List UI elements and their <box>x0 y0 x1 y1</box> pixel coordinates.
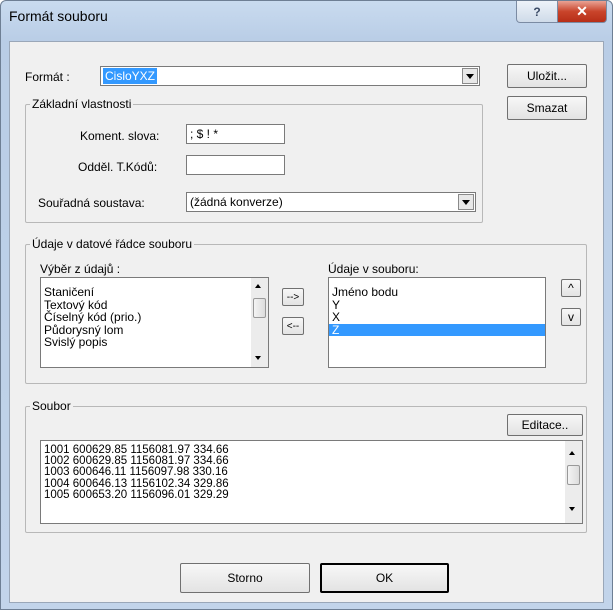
format-value: CisloYXZ <box>103 68 158 84</box>
comment-words-input[interactable]: ; $ ! * <box>186 124 285 144</box>
comment-words-value: ; $ ! * <box>190 127 219 141</box>
basic-properties-legend: Základní vlastnosti <box>30 97 134 111</box>
file-scrollbar[interactable] <box>565 441 582 523</box>
edit-button[interactable]: Editace.. <box>507 414 583 436</box>
scroll-down-icon[interactable] <box>255 356 261 360</box>
chevron-down-icon <box>462 199 470 205</box>
file-preview[interactable]: 1001 600629.85 1156081.97 334.66 1002 60… <box>40 440 583 524</box>
scroll-down-icon[interactable] <box>569 507 575 511</box>
list-item[interactable]: Svislý popis <box>41 336 268 349</box>
help-button[interactable]: ? <box>516 1 558 23</box>
format-select[interactable]: CisloYXZ <box>100 66 480 86</box>
file-legend: Soubor <box>30 399 73 413</box>
move-up-button[interactable]: ^ <box>561 279 581 297</box>
data-line-legend: Údaje v datové řádce souboru <box>30 237 195 251</box>
chevron-down-icon <box>466 73 474 79</box>
file-fields-label: Údaje v souboru: <box>328 262 419 276</box>
separator-label: Odděl. T.Kódů: <box>78 160 158 174</box>
list-item[interactable]: X <box>329 311 545 324</box>
help-icon: ? <box>533 4 541 19</box>
scroll-thumb[interactable] <box>253 298 266 318</box>
close-button[interactable]: ✕ <box>557 1 607 23</box>
coord-system-value: (žádná konverze) <box>190 195 283 209</box>
ok-button[interactable]: OK <box>320 563 449 593</box>
list-item[interactable]: Číselný kód (prio.) <box>41 311 268 324</box>
separator-input[interactable] <box>186 155 285 175</box>
file-line: 1005 600653.20 1156096.01 329.29 <box>44 488 229 501</box>
file-fields-list[interactable]: Jméno bodu Y X Z <box>328 277 546 368</box>
scroll-thumb[interactable] <box>567 465 580 485</box>
dialog-window: Formát souboru ? ✕ Formát : CisloYXZ Ulo… <box>0 0 613 610</box>
save-button[interactable]: Uložit... <box>507 64 587 88</box>
available-fields-list[interactable]: Staničení Textový kód Číselný kód (prio.… <box>40 277 269 368</box>
format-label: Formát : <box>25 70 70 84</box>
move-down-button[interactable]: v <box>561 308 581 326</box>
close-icon: ✕ <box>576 3 588 19</box>
scroll-up-icon[interactable] <box>569 451 575 455</box>
list-item[interactable]: Jméno bodu <box>329 286 545 299</box>
available-fields-label: Výběr z údajů : <box>40 262 121 276</box>
cancel-button[interactable]: Storno <box>180 563 310 593</box>
list-item-selected[interactable]: Z <box>329 324 545 337</box>
delete-button[interactable]: Smazat <box>507 96 587 120</box>
list-item[interactable]: Y <box>329 298 545 312</box>
move-left-button[interactable]: <-- <box>282 317 304 335</box>
file-line: 1003 600646.11 1156097.98 330.16 <box>44 466 228 479</box>
available-items: Staničení Textový kód Číselný kód (prio.… <box>41 278 268 349</box>
available-scrollbar[interactable] <box>251 278 268 367</box>
coord-dropdown-button[interactable] <box>458 194 474 210</box>
move-right-button[interactable]: --> <box>282 288 304 306</box>
window-title: Formát souboru <box>9 8 108 24</box>
dialog-body: Formát : CisloYXZ Uložit... Smazat Zákla… <box>9 41 604 603</box>
coord-system-label: Souřadná soustava: <box>38 196 145 210</box>
list-item[interactable]: Staničení <box>41 286 268 299</box>
file-lines: 1001 600629.85 1156081.97 334.66 1002 60… <box>41 441 582 501</box>
comment-words-label: Koment. slova: <box>80 129 160 143</box>
scroll-up-icon[interactable] <box>255 284 261 288</box>
format-dropdown-button[interactable] <box>462 68 478 84</box>
file-items: Jméno bodu Y X Z <box>329 278 545 337</box>
coord-system-select[interactable]: (žádná konverze) <box>186 192 476 212</box>
